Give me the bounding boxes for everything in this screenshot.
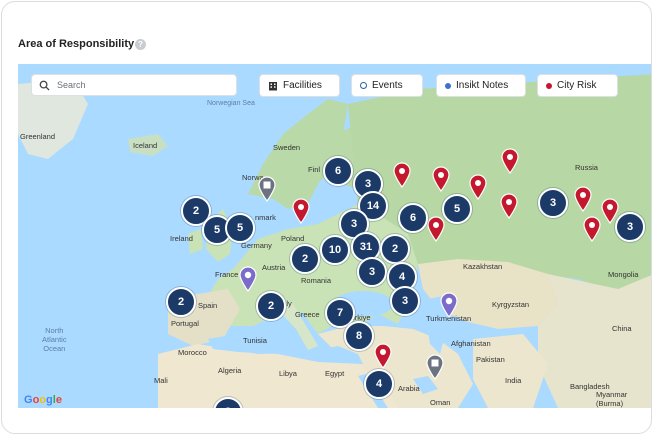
cluster-marker[interactable]: 2 bbox=[166, 287, 196, 317]
label-mali: Mali bbox=[154, 376, 168, 385]
event-pin[interactable] bbox=[239, 266, 257, 292]
city-risk-pin[interactable] bbox=[432, 166, 450, 192]
label-pakistan: Pakistan bbox=[476, 355, 505, 364]
map-view[interactable]: Norwegian Sea Greenland Iceland Sweden F… bbox=[18, 64, 651, 408]
filter-city-risk-label: City Risk bbox=[557, 80, 597, 91]
label-greece: Greece bbox=[295, 310, 320, 319]
search-placeholder: Search bbox=[57, 80, 86, 90]
label-finland: Finl bbox=[308, 165, 321, 174]
city-risk-pin[interactable] bbox=[583, 216, 601, 242]
label-china: China bbox=[612, 324, 632, 333]
cluster-marker[interactable]: 3 bbox=[615, 212, 645, 242]
cluster-marker[interactable]: 5 bbox=[225, 213, 255, 243]
label-denmark: nmark bbox=[255, 213, 276, 222]
cluster-marker[interactable]: 5 bbox=[442, 194, 472, 224]
dot-icon bbox=[546, 82, 552, 89]
cluster-marker[interactable]: 3 bbox=[357, 257, 387, 287]
label-france: France bbox=[215, 270, 239, 279]
help-icon[interactable]: ? bbox=[135, 39, 146, 50]
label-greenland: Greenland bbox=[20, 132, 56, 141]
cluster-marker[interactable]: 6 bbox=[398, 203, 428, 233]
label-spain: Spain bbox=[198, 301, 218, 310]
city-risk-pin[interactable] bbox=[427, 216, 445, 242]
label-tunisia: Tunisia bbox=[243, 336, 267, 345]
panel-title: Area of Responsibility bbox=[18, 38, 135, 50]
label-romania: Romania bbox=[301, 276, 332, 285]
google-logo: Google bbox=[24, 394, 62, 406]
cluster-marker[interactable]: 2 bbox=[380, 234, 410, 264]
label-portugal: Portugal bbox=[171, 319, 199, 328]
building-icon bbox=[269, 81, 277, 90]
label-libya: Libya bbox=[279, 369, 297, 378]
label-russia: Russia bbox=[575, 163, 598, 172]
label-ireland: Ireland bbox=[170, 234, 193, 243]
label-iceland: Iceland bbox=[133, 141, 158, 150]
label-norwegian-sea: Norwegian Sea bbox=[207, 100, 255, 107]
city-risk-pin[interactable] bbox=[574, 186, 592, 212]
label-sweden: Sweden bbox=[273, 143, 301, 152]
city-risk-pin[interactable] bbox=[469, 174, 487, 200]
cluster-marker[interactable]: 2 bbox=[290, 244, 320, 274]
filter-facilities-label: Facilities bbox=[283, 80, 322, 91]
label-afghanistan: Afghanistan bbox=[451, 339, 491, 348]
area-of-responsibility-card: Area of Responsibility ? Norwegian Sea G… bbox=[1, 1, 652, 434]
facility-pin[interactable] bbox=[258, 176, 276, 202]
label-poland: Poland bbox=[281, 234, 305, 243]
city-risk-pin[interactable] bbox=[501, 148, 519, 174]
cluster-marker[interactable]: 6 bbox=[323, 156, 353, 186]
cluster-marker[interactable]: 8 bbox=[344, 321, 374, 351]
label-kyrgyzstan: Kyrgyzstan bbox=[492, 300, 530, 309]
filter-facilities-button[interactable]: Facilities bbox=[259, 74, 340, 97]
cluster-marker[interactable]: 4 bbox=[364, 369, 394, 399]
label-myanmar: Myanmar (Burma) bbox=[596, 390, 628, 408]
city-risk-pin[interactable] bbox=[500, 193, 518, 219]
label-north-atlantic: North Atlantic Ocean bbox=[42, 326, 67, 353]
label-egypt: Egypt bbox=[325, 369, 345, 378]
cluster-marker[interactable]: 3 bbox=[538, 188, 568, 218]
city-risk-pin[interactable] bbox=[292, 198, 310, 224]
search-input[interactable]: Search bbox=[31, 74, 237, 96]
label-saudi-arabia: Arabia bbox=[398, 384, 420, 393]
filter-insikt-notes-label: Insikt Notes bbox=[456, 80, 509, 91]
cluster-marker[interactable]: 3 bbox=[390, 286, 420, 316]
filter-insikt-notes-button[interactable]: Insikt Notes bbox=[436, 74, 526, 97]
event-pin[interactable] bbox=[440, 292, 458, 318]
label-kazakhstan: Kazakhstan bbox=[463, 262, 503, 271]
filter-events-button[interactable]: Events bbox=[351, 74, 423, 97]
label-algeria: Algeria bbox=[218, 366, 242, 375]
cluster-marker[interactable]: 2 bbox=[256, 291, 286, 321]
hollow-circle-icon bbox=[360, 82, 367, 89]
filter-city-risk-button[interactable]: City Risk bbox=[537, 74, 618, 97]
search-icon bbox=[39, 80, 50, 91]
facility-pin[interactable] bbox=[426, 354, 444, 380]
city-risk-pin[interactable] bbox=[393, 162, 411, 188]
label-india: India bbox=[505, 376, 522, 385]
label-mongolia: Mongolia bbox=[608, 270, 639, 279]
cluster-marker[interactable]: 10 bbox=[320, 235, 350, 265]
label-austria: Austria bbox=[262, 263, 286, 272]
label-germany: Germany bbox=[241, 241, 272, 250]
dot-icon bbox=[445, 82, 451, 89]
label-oman: Oman bbox=[430, 398, 451, 407]
city-risk-pin[interactable] bbox=[374, 343, 392, 369]
label-morocco: Morocco bbox=[178, 348, 207, 357]
filter-events-label: Events bbox=[372, 80, 403, 91]
